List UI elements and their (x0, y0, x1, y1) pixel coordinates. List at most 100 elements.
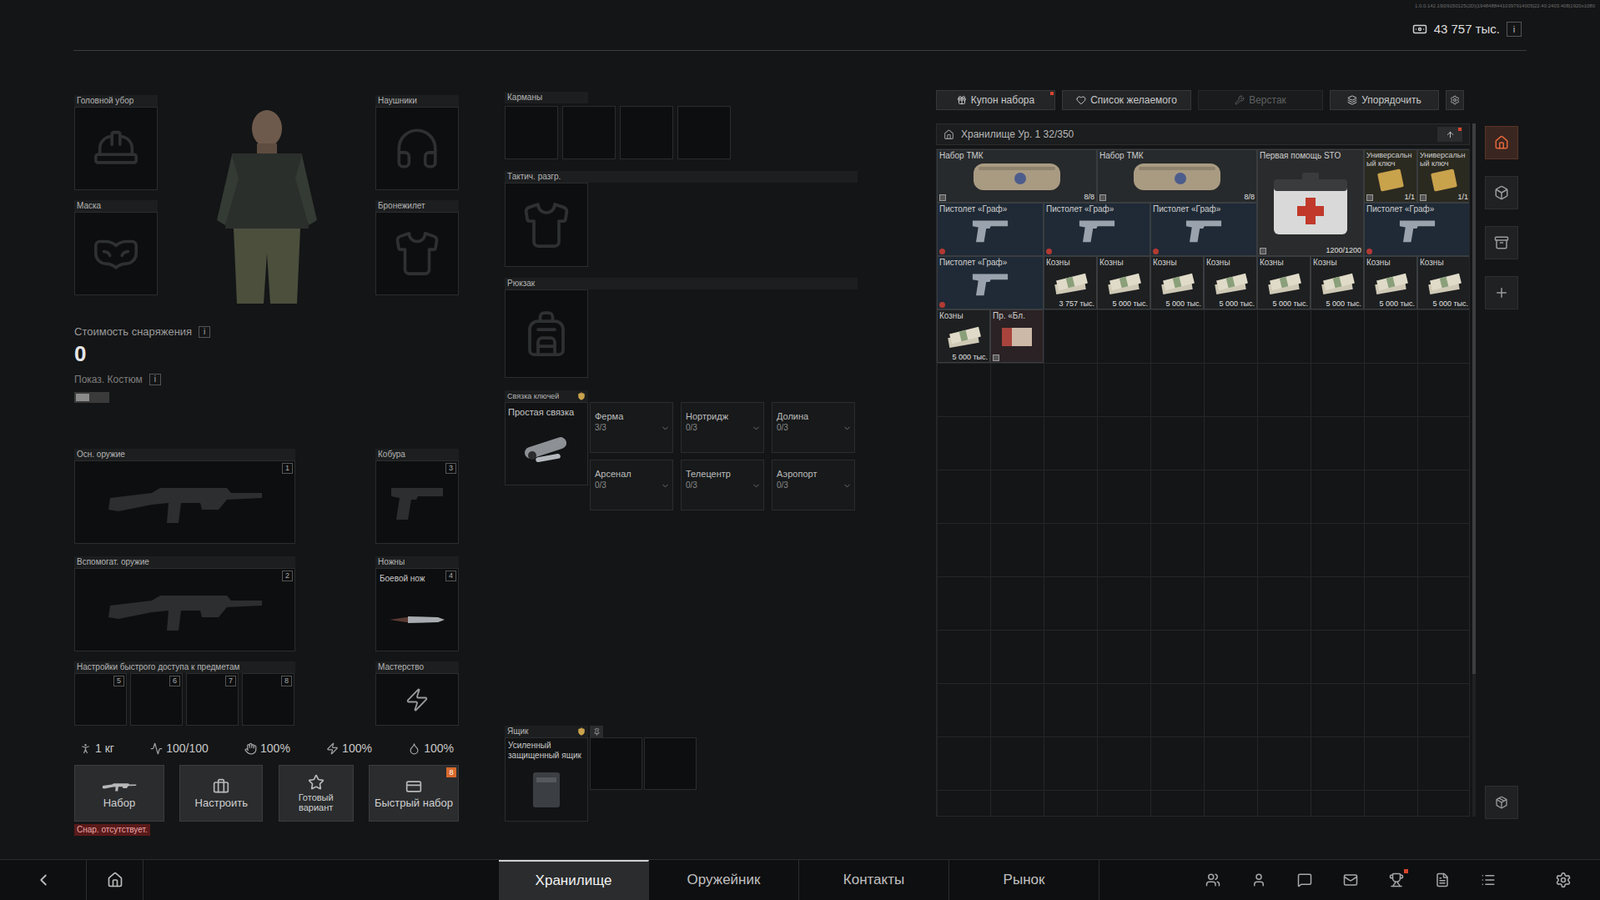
quick-slot[interactable]: 7 (186, 673, 239, 726)
nav-tab[interactable]: Контакты (799, 860, 950, 900)
key-section[interactable]: Долина0/3 (771, 402, 856, 453)
stash-scrollbar[interactable] (1472, 123, 1476, 817)
pocket-slot[interactable] (619, 105, 674, 160)
nav-icon-button[interactable] (1479, 871, 1497, 889)
stash-item[interactable]: Набор ТМК8/8 (1096, 149, 1258, 203)
slot-key-badge: 5 (113, 675, 125, 687)
money-icon (1372, 271, 1409, 296)
nav-icon-button[interactable] (1204, 871, 1222, 889)
key-section[interactable]: Нортридж0/3 (680, 402, 765, 453)
action-button[interactable]: Быстрый набор8 (368, 764, 459, 822)
toolbar-button[interactable]: Список желаемого (1061, 90, 1192, 111)
stash-item[interactable]: Пистолет «Граф» (1043, 202, 1151, 257)
stash-item[interactable]: Козны5 000 тыс. (936, 309, 991, 363)
quick-slot[interactable]: 5 (74, 673, 127, 726)
slot-box[interactable]: Боевой нож4 (375, 568, 459, 652)
action-button[interactable]: Настроить (179, 764, 263, 822)
case-slot[interactable] (644, 737, 697, 790)
stash-item[interactable]: Козны5 000 тыс. (1096, 256, 1151, 310)
key-section[interactable]: Ферма3/3 (589, 402, 674, 453)
action-label: Готовый вариант (282, 792, 350, 813)
nav-icon-button[interactable] (1296, 871, 1314, 889)
slot-box[interactable] (74, 211, 158, 296)
item-type-icon (1366, 194, 1374, 202)
stash-item[interactable]: Козны3 757 тыс. (1043, 256, 1097, 310)
stash-item[interactable]: Первая помощь STO1200/1200 (1257, 149, 1364, 257)
item-name: Набор ТМК (1099, 150, 1255, 162)
info-button[interactable]: i (198, 326, 211, 338)
stash-item[interactable]: Козны5 000 тыс. (1203, 256, 1258, 310)
pocket-slot[interactable] (562, 105, 616, 160)
stash-item[interactable]: Пр. «Бл. (990, 309, 1044, 363)
keychain-item[interactable]: Простая связка (504, 402, 589, 486)
info-button[interactable]: i (149, 373, 162, 386)
nav-tab[interactable]: Рынок (949, 860, 1100, 900)
stash-item[interactable]: Козны5 000 тыс. (1417, 256, 1470, 310)
key-section[interactable]: Аэропорт0/3 (771, 459, 856, 511)
slot-box[interactable]: 2 (74, 568, 296, 652)
slot-box[interactable] (375, 211, 459, 296)
slot-key-badge: 8 (281, 675, 292, 687)
action-button[interactable]: Готовый вариант (278, 764, 354, 822)
stash-item[interactable]: Пистолет «Граф» (1150, 202, 1258, 257)
key-section[interactable]: Телецентр0/3 (680, 459, 765, 511)
stash-item[interactable]: Козны5 000 тыс. (1150, 256, 1204, 310)
stash-item[interactable]: Пистолет «Граф» (936, 202, 1044, 257)
stash-upgrade-button[interactable] (1437, 126, 1463, 142)
top-bar: 43 757 тыс.i (73, 11, 1527, 51)
slot-box[interactable] (504, 289, 589, 378)
pin-button[interactable] (589, 725, 604, 738)
slot-label: Осн. оружие (74, 448, 296, 461)
home-button[interactable] (86, 860, 144, 900)
money-icon (1105, 271, 1143, 296)
stash-item[interactable]: Пистолет «Граф» (1363, 202, 1470, 257)
stash-item[interactable]: Козны5 000 тыс. (1310, 256, 1364, 310)
stash-item[interactable]: Пистолет «Граф» (936, 256, 1044, 310)
sidebar-button[interactable] (1484, 226, 1519, 260)
settings-icon (1494, 795, 1509, 810)
sidebar-button[interactable] (1484, 125, 1519, 160)
stash-header: Хранилище Ур. 1 32/350 (935, 123, 1470, 146)
key-section[interactable]: Арсенал0/3 (589, 459, 674, 511)
quick-slot[interactable]: 6 (130, 673, 183, 726)
toolbar-button[interactable]: Упорядочить (1329, 90, 1439, 111)
stash-item[interactable]: Козны5 000 тыс. (1363, 256, 1418, 310)
slot-box[interactable]: 1 (74, 460, 296, 544)
back-button[interactable] (0, 860, 87, 900)
nav-tab[interactable]: Хранилище (498, 860, 650, 900)
stash-item[interactable]: Козны5 000 тыс. (1257, 256, 1311, 310)
slot-box[interactable] (74, 106, 158, 191)
nav-icon-button[interactable] (1250, 871, 1268, 889)
action-button[interactable]: Набор (74, 764, 165, 822)
pistol-icon (1063, 216, 1131, 245)
slot-box[interactable] (504, 182, 589, 267)
case-item[interactable]: Усиленный защищенный ящик (504, 737, 589, 822)
toolbar-button[interactable]: Купон набора (935, 90, 1056, 111)
currency-info-button[interactable]: i (1506, 21, 1522, 37)
settings-button[interactable] (1554, 860, 1572, 900)
item-picture (1259, 267, 1309, 299)
equipment-slot: Головной убор (74, 95, 158, 191)
stash-settings-button[interactable] (1445, 90, 1465, 111)
stash-item[interactable]: Универсальный ключ1/1 (1417, 149, 1470, 203)
nav-icon-button[interactable] (1433, 871, 1451, 889)
sidebar-bottom-button[interactable] (1484, 785, 1519, 820)
sidebar-button[interactable] (1484, 176, 1519, 210)
sidebar-button[interactable] (1484, 276, 1519, 310)
toolbar-button[interactable]: Верстак (1197, 90, 1324, 111)
item-footer: 3 757 тыс. (1046, 298, 1095, 308)
pocket-slot[interactable] (677, 105, 731, 160)
slot-box[interactable]: 3 (375, 460, 459, 544)
case-slot[interactable] (589, 737, 643, 790)
scrollbar-thumb[interactable] (1472, 123, 1476, 675)
pocket-slot[interactable] (504, 105, 559, 160)
nav-tab[interactable]: Оружейник (649, 860, 800, 900)
costume-toggle[interactable] (74, 392, 110, 403)
stash-item[interactable]: Универсальный ключ1/1 (1363, 149, 1418, 203)
nav-icon-button[interactable] (1388, 871, 1405, 889)
slot-box[interactable] (375, 673, 459, 726)
quick-slot[interactable]: 8 (241, 673, 295, 726)
nav-icon-button[interactable] (1342, 871, 1359, 889)
slot-box[interactable] (375, 106, 459, 191)
stash-item[interactable]: Набор ТМК8/8 (936, 149, 1097, 203)
